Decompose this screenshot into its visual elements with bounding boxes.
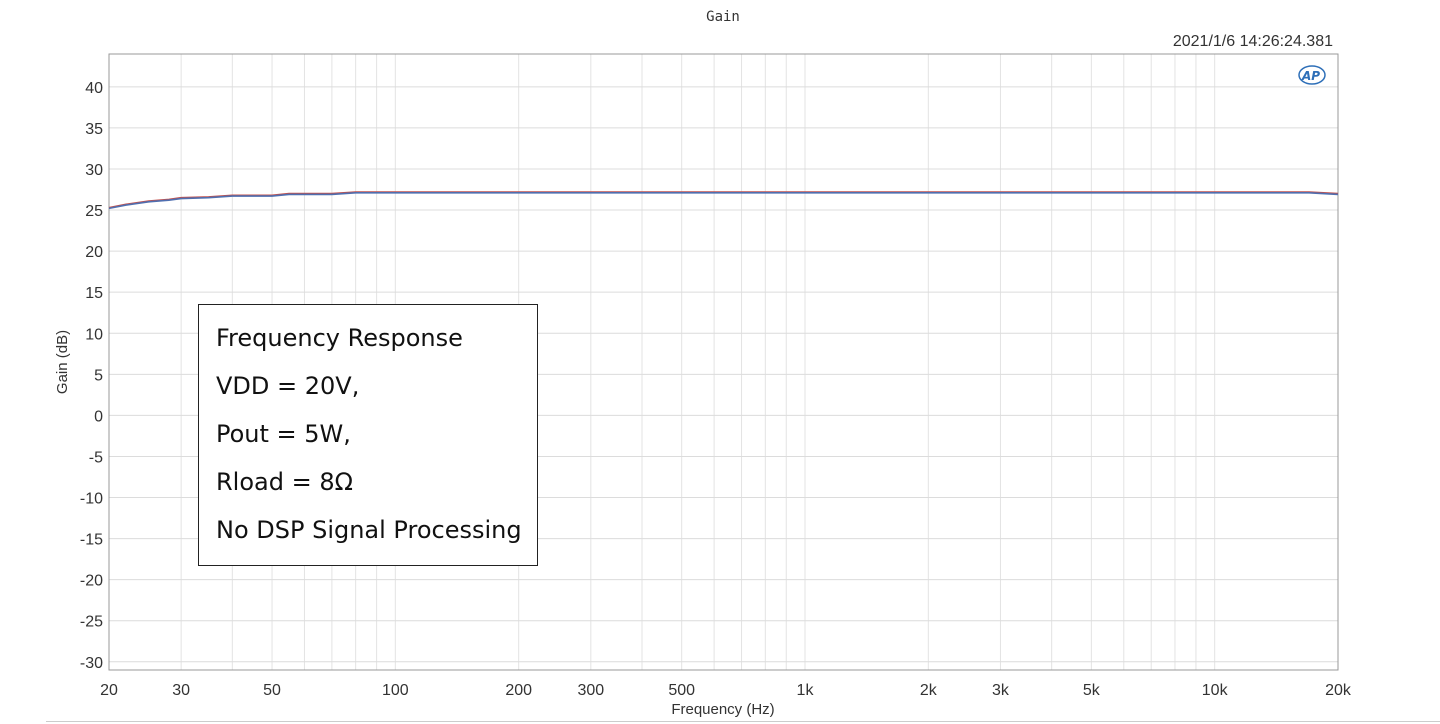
ap-logo-text: AP [1301,69,1320,83]
x-tick-label: 200 [505,682,532,699]
x-tick-label: 50 [263,682,281,699]
y-tick-label: 5 [94,367,103,384]
x-tick-label: 20k [1325,682,1352,699]
annotation-line: VDD = 20V, [216,372,360,400]
x-axis-label: Frequency (Hz) [671,701,774,718]
x-tick-label: 2k [920,682,938,699]
y-tick-label: 40 [85,80,103,97]
x-tick-label: 300 [577,682,604,699]
y-tick-label: 25 [85,203,103,220]
x-tick-label: 3k [992,682,1010,699]
bottom-divider [46,721,1440,722]
y-axis-label: Gain (dB) [54,330,71,394]
y-tick-labels: 40 35 30 25 20 15 10 5 0 -5 -10 -15 -20 -25 -30 [80,80,103,672]
series-group [108,191,1339,210]
y-tick-label: -25 [80,614,103,631]
series-line [108,192,1339,210]
y-tick-label: 0 [94,408,103,425]
y-tick-label: 20 [85,244,103,261]
x-tick-label: 20 [100,682,118,699]
x-tick-label: 10k [1202,682,1229,699]
y-tick-label: 35 [85,121,103,138]
x-tick-label: 100 [382,682,409,699]
y-tick-label: 30 [85,162,103,179]
annotation-line: Rload = 8Ω [216,468,353,496]
timestamp: 2021/1/6 14:26:24.381 [1173,33,1333,50]
x-tick-label: 30 [172,682,190,699]
y-tick-label: -15 [80,532,103,549]
ap-logo: AP [1298,65,1326,85]
y-tick-label: -5 [89,449,103,466]
annotation-line: Pout = 5W, [216,420,351,448]
y-tick-label: 10 [85,326,103,343]
y-tick-label: 15 [85,285,103,302]
x-tick-labels: 20 30 50 100 200 300 500 1k 2k 3k 5k 10k 20k [100,682,1352,699]
y-tick-label: -30 [80,655,103,672]
y-tick-label: -20 [80,573,103,590]
x-tick-label: 500 [668,682,695,699]
annotation-line: No DSP Signal Processing [216,516,522,544]
annotation-box: Frequency Response VDD = 20V, Pout = 5W,… [198,304,538,566]
x-tick-label: 1k [797,682,815,699]
chart-title: Gain [706,9,740,25]
annotation-line: Frequency Response [216,324,463,352]
y-tick-label: -10 [80,491,103,508]
x-tick-label: 5k [1083,682,1101,699]
